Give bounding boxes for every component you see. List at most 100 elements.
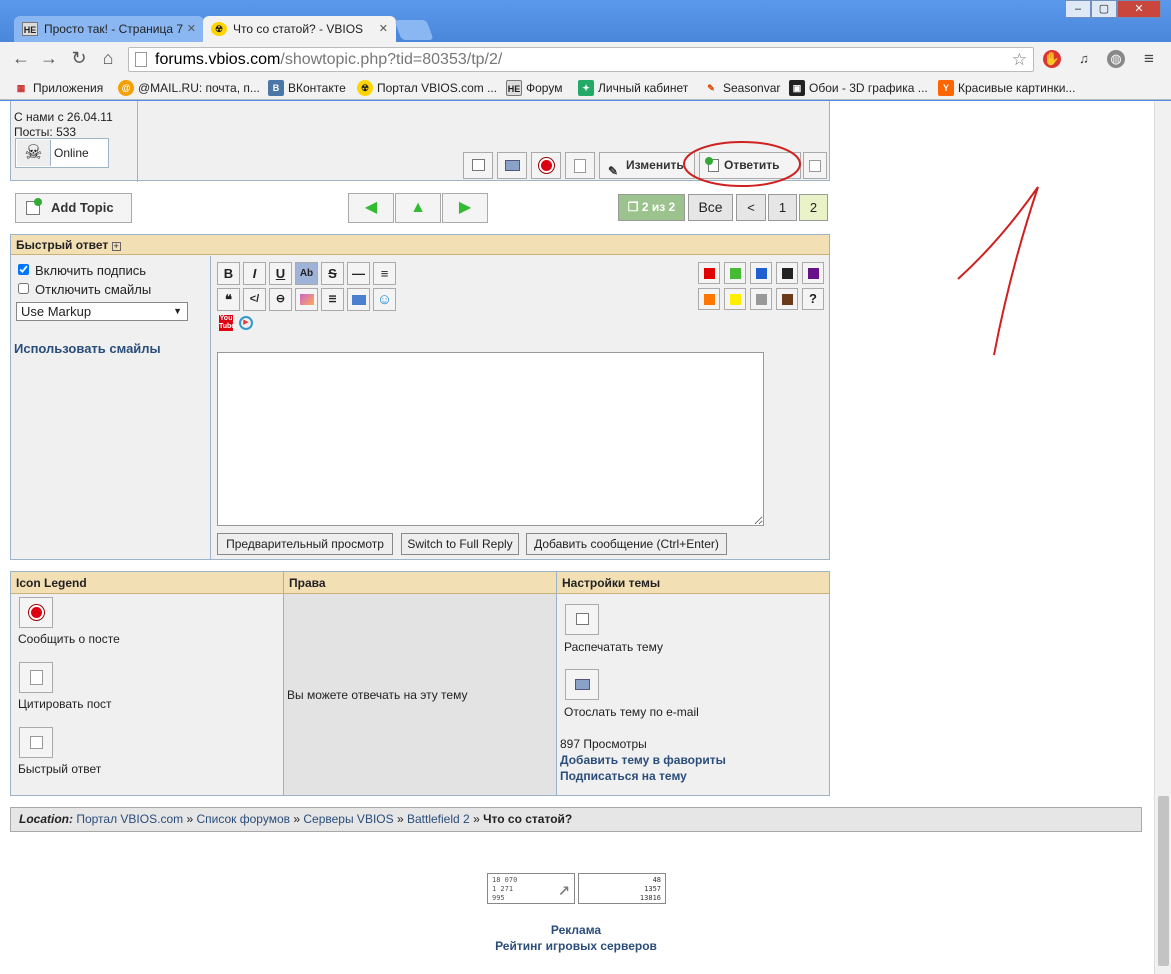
help-button[interactable]: ? [802, 288, 824, 310]
color-yellow[interactable] [724, 288, 746, 310]
page-content: С нами с 26.04.11 Посты: 533 ☠ Online ✎ … [0, 101, 1171, 974]
submit-button[interactable]: Добавить сообщение (Ctrl+Enter) [526, 533, 727, 555]
address-bar[interactable]: forums.vbios.com/showtopic.php?tid=80353… [128, 47, 1034, 72]
maximize-icon[interactable]: ▢ [1091, 0, 1117, 18]
email-topic-link[interactable]: Отослать тему по e-mail [564, 705, 699, 719]
youtube-icon[interactable]: You Tube [219, 315, 235, 331]
page-1-button[interactable]: 1 [768, 194, 797, 221]
quick-reply-header[interactable]: Быстрый ответ + [11, 235, 829, 255]
strike-button[interactable]: S [321, 262, 344, 285]
message-textarea[interactable] [217, 352, 764, 526]
list-icon[interactable]: ☰ [321, 288, 344, 311]
bookmark-item[interactable]: ✎ Seasonvar [703, 80, 780, 96]
bookmark-item[interactable]: @ @MAIL.RU: почта, п... [118, 80, 260, 96]
color-black[interactable] [776, 262, 798, 284]
highlight-button[interactable]: Ab [295, 262, 318, 285]
page-scrollbar[interactable] [1154, 101, 1171, 974]
minimize-icon[interactable]: – [1065, 0, 1091, 18]
quick-reply-panel: Быстрый ответ + Включить подпись Отключи… [10, 234, 830, 560]
expand-icon[interactable]: + [111, 242, 121, 251]
color-brown[interactable] [776, 288, 798, 310]
full-reply-button[interactable]: Switch to Full Reply [401, 533, 519, 555]
close-tab-icon[interactable]: ✕ [379, 16, 388, 42]
smilies-option[interactable]: Отключить смайлы [18, 282, 151, 297]
link-icon[interactable]: ⊖ [269, 288, 292, 311]
add-favorite-link[interactable]: Добавить тему в фавориты [560, 753, 726, 767]
up-arrow-icon[interactable]: ▲ [395, 193, 441, 223]
bookmark-item[interactable]: ▣ Обои - 3D графика ... [789, 80, 928, 96]
new-tab-button[interactable] [394, 20, 434, 40]
page-all-button[interactable]: Все [688, 194, 733, 221]
italic-button[interactable]: I [243, 262, 266, 285]
color-red[interactable] [698, 262, 720, 284]
prev-topic-arrow-icon[interactable]: ◀ [348, 193, 394, 223]
page-prev-button[interactable]: < [736, 194, 766, 221]
icon-legend-col: Сообщить о посте Цитировать пост Быстрый… [11, 594, 284, 795]
preview-button[interactable]: Предварительный просмотр [217, 533, 393, 555]
align-button[interactable]: ≡ [373, 262, 396, 285]
smiley-icon[interactable]: ☺ [373, 288, 396, 311]
bookmark-item[interactable]: ▦ Приложения [13, 80, 103, 96]
quote-format-icon[interactable]: ❝ [217, 288, 240, 311]
next-topic-arrow-icon[interactable]: ▶ [442, 193, 488, 223]
dropdown-arrow-icon: ▼ [173, 306, 182, 316]
reload-icon[interactable]: ↻ [68, 48, 90, 69]
reply-highlight-circle [683, 141, 801, 187]
print-topic-link[interactable]: Распечатать тему [564, 640, 663, 654]
color-blue[interactable] [750, 262, 772, 284]
signature-checkbox[interactable] [18, 264, 29, 275]
music-extension-icon[interactable]: ♫ [1075, 50, 1093, 68]
color-green[interactable] [724, 262, 746, 284]
counter-badge-1[interactable]: 18 070 1 271 995 ↗ [487, 873, 575, 904]
close-tab-icon[interactable]: ✕ [187, 16, 196, 42]
code-icon[interactable]: </ [243, 288, 266, 311]
home-icon[interactable]: ⌂ [97, 48, 119, 69]
bookmark-item[interactable]: HE Форум [506, 80, 562, 96]
color-gray[interactable] [750, 288, 772, 310]
globe-extension-icon[interactable]: ◍ [1107, 50, 1125, 68]
breadcrumb-forums[interactable]: Список форумов [196, 812, 290, 826]
adblock-icon[interactable]: ✋ [1043, 50, 1061, 68]
use-smilies-link[interactable]: Использовать смайлы [14, 341, 161, 356]
breadcrumb: Location: Портал VBIOS.com » Список фору… [10, 807, 1142, 832]
menu-icon[interactable]: ≡ [1140, 50, 1158, 68]
email-icon[interactable] [565, 669, 599, 700]
bookmark-item[interactable]: ☢ Портал VBIOS.com ... [357, 80, 497, 96]
counter-badge-2[interactable]: 48 1357 13816 [578, 873, 666, 904]
color-orange[interactable] [698, 288, 720, 310]
bookmark-item[interactable]: Y Красивые картинки... [938, 80, 1075, 96]
bookmark-item[interactable]: B ВКонтакте [268, 80, 346, 96]
apps-icon: ▦ [16, 83, 26, 93]
spoiler-icon[interactable] [347, 288, 370, 311]
smilies-checkbox[interactable] [18, 283, 29, 294]
topic-settings-col: Распечатать тему Отослать тему по e-mail… [557, 594, 829, 795]
hr-button[interactable]: — [347, 262, 370, 285]
breadcrumb-servers[interactable]: Серверы VBIOS [303, 812, 393, 826]
add-topic-button[interactable]: Add Topic [15, 193, 132, 223]
image-icon[interactable] [295, 288, 318, 311]
bold-button[interactable]: B [217, 262, 240, 285]
back-icon[interactable]: ← [10, 48, 32, 69]
subscribe-link[interactable]: Подписаться на тему [560, 769, 687, 783]
window-controls: – ▢ ✕ [1065, 0, 1161, 18]
scrollbar-thumb[interactable] [1158, 796, 1169, 966]
rating-link[interactable]: Рейтинг игровых серверов [0, 939, 1152, 953]
tab-inactive[interactable]: HE Просто так! - Страница 7 ✕ [14, 16, 204, 42]
tab-favicon: HE [22, 22, 38, 36]
color-purple[interactable] [802, 262, 824, 284]
video-icon[interactable]: ▶ [239, 316, 253, 330]
breadcrumb-bf2[interactable]: Battlefield 2 [407, 812, 470, 826]
close-window-icon[interactable]: ✕ [1117, 0, 1161, 18]
print-icon[interactable] [565, 604, 599, 635]
markup-select[interactable]: Use Markup ▼ [16, 302, 188, 321]
tab-active[interactable]: ☢ Что со статой? - VBIOS ✕ [203, 16, 396, 42]
bookmark-item[interactable]: ✦ Личный кабинет [578, 80, 688, 96]
breadcrumb-portal[interactable]: Портал VBIOS.com [76, 812, 183, 826]
signature-option[interactable]: Включить подпись [18, 263, 146, 278]
bookmark-star-icon[interactable]: ☆ [1012, 48, 1027, 71]
forward-icon[interactable]: → [38, 48, 60, 69]
vk-icon: B [268, 80, 284, 96]
ads-link[interactable]: Реклама [0, 923, 1152, 937]
tab-label: Просто так! - Страница 7 [44, 22, 184, 36]
underline-button[interactable]: U [269, 262, 292, 285]
